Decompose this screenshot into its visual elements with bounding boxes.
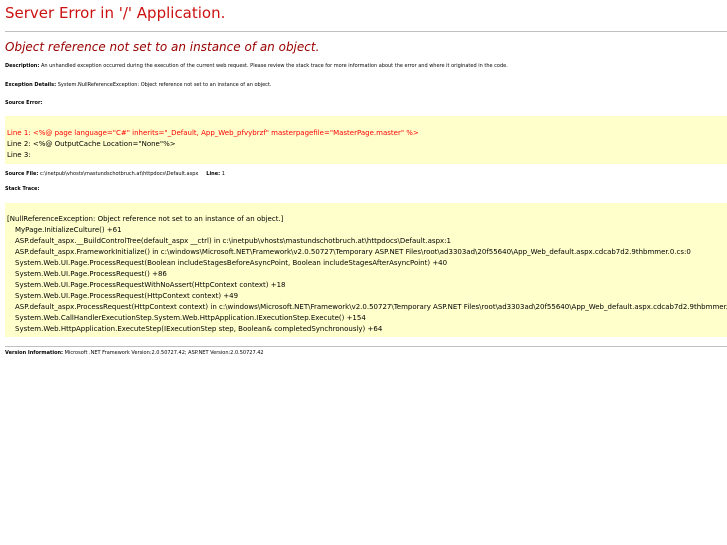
description: Description: An unhandled exception occu… [5, 63, 727, 70]
exception-details: Exception Details: System.NullReferenceE… [5, 82, 727, 89]
version-divider [5, 346, 727, 347]
version-text: Microsoft .NET Framework Version:2.0.507… [64, 350, 264, 356]
source-line-1: Line 1: <%@ page language="C#" inherits=… [7, 129, 419, 137]
stack-frame: System.Web.UI.Page.ProcessRequestWithNoA… [15, 281, 286, 289]
stack-frame: System.Web.UI.Page.ProcessRequest() +86 [15, 270, 167, 278]
stack-frame: System.Web.HttpApplication.ExecuteStep(I… [15, 325, 383, 333]
stack-frame: ASP.default_aspx.FrameworkInitialize() i… [15, 248, 691, 256]
stack-trace-box: [NullReferenceException: Object referenc… [5, 203, 727, 337]
source-error-box: Line 1: <%@ page language="C#" inherits=… [5, 116, 727, 164]
description-label: Description: [5, 63, 40, 69]
page-title: Server Error in '/' Application. [5, 4, 226, 22]
exception-details-label: Exception Details: [5, 82, 57, 88]
title-divider [5, 31, 727, 32]
source-file: Source File: c:\inetpub\vhosts\mastundsc… [5, 171, 727, 178]
stack-frame: System.Web.CallHandlerExecutionStep.Syst… [15, 314, 366, 322]
exception-details-text: System.NullReferenceException: Object re… [57, 82, 272, 88]
error-page: Server Error in '/' Application. Object … [0, 0, 727, 357]
stack-frame: System.Web.UI.Page.ProcessRequest(HttpCo… [15, 292, 239, 300]
stack-frame: System.Web.UI.Page.ProcessRequest(Boolea… [15, 259, 448, 267]
version-label: Version Information: [5, 350, 64, 356]
stack-frame: ASP.default_aspx.__BuildControlTree(defa… [15, 237, 451, 245]
stack-frame: ASP.default_aspx.ProcessRequest(HttpCont… [15, 303, 727, 311]
stack-frame: MyPage.InitializeCulture() +61 [15, 226, 122, 234]
source-error-heading: Source Error: [5, 100, 727, 107]
source-line-2: Line 2: <%@ OutputCache Location="None"%… [7, 140, 176, 148]
stack-trace-header: [NullReferenceException: Object referenc… [7, 215, 284, 223]
source-file-label: Source File: [5, 171, 39, 177]
source-file-path: c:\inetpub\vhosts\mastundschotbruch.at\h… [40, 171, 199, 177]
stack-trace-heading: Stack Trace: [5, 186, 727, 193]
description-text: An unhandled exception occurred during t… [40, 63, 508, 69]
error-message: Object reference not set to an instance … [5, 40, 320, 54]
source-error-label: Source Error: [5, 100, 43, 106]
source-line-3: Line 3: [7, 151, 31, 159]
version-information: Version Information: Microsoft .NET Fram… [5, 350, 727, 357]
source-line-label: Line: [206, 171, 221, 177]
stack-trace-label: Stack Trace: [5, 186, 40, 192]
source-line-number: 1 [221, 171, 225, 177]
